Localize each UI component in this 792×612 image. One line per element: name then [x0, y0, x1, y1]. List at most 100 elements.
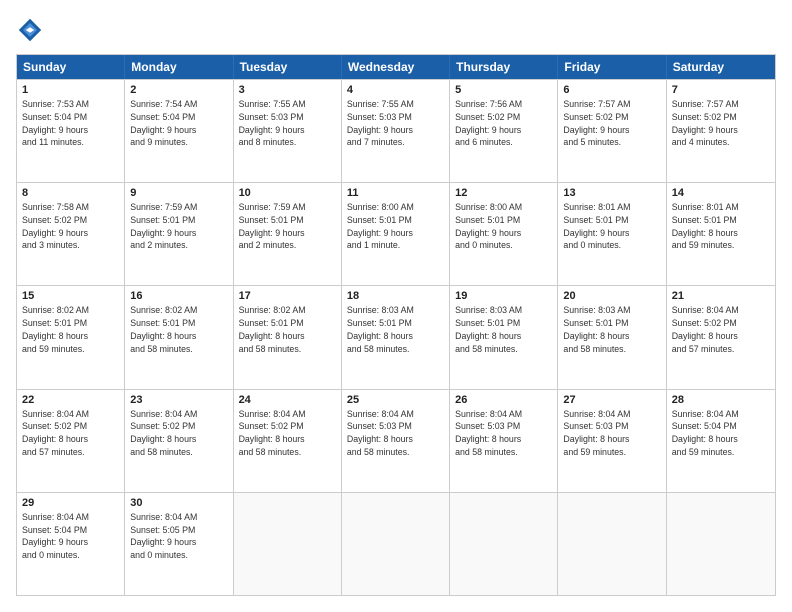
day-info: Sunrise: 8:04 AM Sunset: 5:03 PM Dayligh…	[347, 408, 444, 459]
calendar-cell: 3 Sunrise: 7:55 AM Sunset: 5:03 PM Daylig…	[234, 80, 342, 182]
calendar-cell: 22Sunrise: 8:04 AM Sunset: 5:02 PM Dayli…	[17, 390, 125, 492]
day-number: 19	[455, 290, 552, 302]
calendar-cell: 17 Sunrise: 8:02 AM Sunset: 5:01 PM Dayli…	[234, 286, 342, 388]
day-number: 27	[563, 394, 660, 406]
day-number: 23	[130, 394, 227, 406]
day-info: Sunrise: 7:58 AM Sunset: 5:02 PM Dayligh…	[22, 201, 119, 252]
day-info: Sunrise: 8:01 AM Sunset: 5:01 PM Dayligh…	[563, 201, 660, 252]
day-info: Sunrise: 7:53 AM Sunset: 5:04 PM Dayligh…	[22, 98, 119, 149]
calendar-cell: 27 Sunrise: 8:04 AM Sunset: 5:03 PM Dayli…	[558, 390, 666, 492]
calendar-cell: 11Sunrise: 8:00 AM Sunset: 5:01 PM Dayli…	[342, 183, 450, 285]
calendar-row: 15 Sunrise: 8:02 AM Sunset: 5:01 PM Dayli…	[17, 285, 775, 388]
day-number: 15	[22, 290, 119, 302]
day-number: 14	[672, 187, 770, 199]
day-info: Sunrise: 7:55 AM Sunset: 5:03 PM Dayligh…	[347, 98, 444, 149]
calendar-cell: 13Sunrise: 8:01 AM Sunset: 5:01 PM Dayli…	[558, 183, 666, 285]
calendar-row: 8 Sunrise: 7:58 AM Sunset: 5:02 PM Daylig…	[17, 182, 775, 285]
calendar-cell: 9Sunrise: 7:59 AM Sunset: 5:01 PM Daylig…	[125, 183, 233, 285]
day-number: 3	[239, 84, 336, 96]
calendar-cell	[558, 493, 666, 595]
calendar-cell: 4 Sunrise: 7:55 AM Sunset: 5:03 PM Daylig…	[342, 80, 450, 182]
day-number: 18	[347, 290, 444, 302]
day-number: 20	[563, 290, 660, 302]
day-info: Sunrise: 8:04 AM Sunset: 5:02 PM Dayligh…	[672, 304, 770, 355]
day-number: 24	[239, 394, 336, 406]
day-number: 8	[22, 187, 119, 199]
calendar-cell: 20 Sunrise: 8:03 AM Sunset: 5:01 PM Dayli…	[558, 286, 666, 388]
header-day: Saturday	[667, 55, 775, 79]
calendar-body: 1 Sunrise: 7:53 AM Sunset: 5:04 PM Daylig…	[17, 79, 775, 595]
day-info: Sunrise: 8:00 AM Sunset: 5:01 PM Dayligh…	[455, 201, 552, 252]
calendar-cell: 16Sunrise: 8:02 AM Sunset: 5:01 PM Dayli…	[125, 286, 233, 388]
day-info: Sunrise: 8:04 AM Sunset: 5:04 PM Dayligh…	[22, 511, 119, 562]
header-day: Friday	[558, 55, 666, 79]
day-info: Sunrise: 7:59 AM Sunset: 5:01 PM Dayligh…	[239, 201, 336, 252]
header-day: Sunday	[17, 55, 125, 79]
day-info: Sunrise: 8:04 AM Sunset: 5:05 PM Dayligh…	[130, 511, 227, 562]
calendar-cell: 12 Sunrise: 8:00 AM Sunset: 5:01 PM Dayli…	[450, 183, 558, 285]
day-number: 11	[347, 187, 444, 199]
logo-icon	[16, 16, 44, 44]
day-info: Sunrise: 8:02 AM Sunset: 5:01 PM Dayligh…	[130, 304, 227, 355]
day-info: Sunrise: 8:02 AM Sunset: 5:01 PM Dayligh…	[239, 304, 336, 355]
day-info: Sunrise: 8:03 AM Sunset: 5:01 PM Dayligh…	[455, 304, 552, 355]
calendar-cell: 2 Sunrise: 7:54 AM Sunset: 5:04 PM Daylig…	[125, 80, 233, 182]
calendar-cell: 6 Sunrise: 7:57 AM Sunset: 5:02 PM Daylig…	[558, 80, 666, 182]
calendar-cell: 21 Sunrise: 8:04 AM Sunset: 5:02 PM Dayli…	[667, 286, 775, 388]
calendar-cell	[450, 493, 558, 595]
calendar-cell: 26Sunrise: 8:04 AM Sunset: 5:03 PM Dayli…	[450, 390, 558, 492]
day-info: Sunrise: 8:04 AM Sunset: 5:02 PM Dayligh…	[239, 408, 336, 459]
calendar-row: 1 Sunrise: 7:53 AM Sunset: 5:04 PM Daylig…	[17, 79, 775, 182]
day-info: Sunrise: 7:57 AM Sunset: 5:02 PM Dayligh…	[563, 98, 660, 149]
day-number: 17	[239, 290, 336, 302]
calendar-cell	[667, 493, 775, 595]
day-number: 10	[239, 187, 336, 199]
day-number: 1	[22, 84, 119, 96]
calendar-cell: 8 Sunrise: 7:58 AM Sunset: 5:02 PM Daylig…	[17, 183, 125, 285]
day-info: Sunrise: 7:57 AM Sunset: 5:02 PM Dayligh…	[672, 98, 770, 149]
day-info: Sunrise: 7:59 AM Sunset: 5:01 PM Dayligh…	[130, 201, 227, 252]
calendar-cell: 15 Sunrise: 8:02 AM Sunset: 5:01 PM Dayli…	[17, 286, 125, 388]
logo	[16, 16, 46, 44]
calendar-cell: 25Sunrise: 8:04 AM Sunset: 5:03 PM Dayli…	[342, 390, 450, 492]
calendar-cell: 18 Sunrise: 8:03 AM Sunset: 5:01 PM Dayli…	[342, 286, 450, 388]
calendar-cell: 5 Sunrise: 7:56 AM Sunset: 5:02 PM Daylig…	[450, 80, 558, 182]
calendar-cell	[342, 493, 450, 595]
calendar-cell	[234, 493, 342, 595]
page: SundayMondayTuesdayWednesdayThursdayFrid…	[0, 0, 792, 612]
day-number: 29	[22, 497, 119, 509]
calendar-cell: 29 Sunrise: 8:04 AM Sunset: 5:04 PM Dayli…	[17, 493, 125, 595]
calendar-cell: 28Sunrise: 8:04 AM Sunset: 5:04 PM Dayli…	[667, 390, 775, 492]
calendar-row: 22 Sunrise: 8:04 AM Sunset: 5:02 PM Dayli…	[17, 389, 775, 492]
day-number: 21	[672, 290, 770, 302]
day-number: 2	[130, 84, 227, 96]
day-number: 6	[563, 84, 660, 96]
day-number: 12	[455, 187, 552, 199]
day-number: 22	[22, 394, 119, 406]
header-day: Monday	[125, 55, 233, 79]
day-info: Sunrise: 8:03 AM Sunset: 5:01 PM Dayligh…	[347, 304, 444, 355]
day-number: 4	[347, 84, 444, 96]
calendar-cell: 14 Sunrise: 8:01 AM Sunset: 5:01 PM Dayli…	[667, 183, 775, 285]
calendar: SundayMondayTuesdayWednesdayThursdayFrid…	[16, 54, 776, 596]
calendar-cell: 10 Sunrise: 7:59 AM Sunset: 5:01 PM Dayli…	[234, 183, 342, 285]
day-number: 7	[672, 84, 770, 96]
calendar-cell: 30Sunrise: 8:04 AM Sunset: 5:05 PM Dayli…	[125, 493, 233, 595]
calendar-row: 29 Sunrise: 8:04 AM Sunset: 5:04 PM Dayli…	[17, 492, 775, 595]
day-info: Sunrise: 8:04 AM Sunset: 5:03 PM Dayligh…	[563, 408, 660, 459]
day-info: Sunrise: 7:54 AM Sunset: 5:04 PM Dayligh…	[130, 98, 227, 149]
header-day: Tuesday	[234, 55, 342, 79]
day-info: Sunrise: 8:03 AM Sunset: 5:01 PM Dayligh…	[563, 304, 660, 355]
calendar-cell: 24 Sunrise: 8:04 AM Sunset: 5:02 PM Dayli…	[234, 390, 342, 492]
header	[16, 16, 776, 44]
day-number: 5	[455, 84, 552, 96]
header-day: Thursday	[450, 55, 558, 79]
calendar-cell: 19 Sunrise: 8:03 AM Sunset: 5:01 PM Dayli…	[450, 286, 558, 388]
calendar-cell: 7 Sunrise: 7:57 AM Sunset: 5:02 PM Daylig…	[667, 80, 775, 182]
day-info: Sunrise: 7:55 AM Sunset: 5:03 PM Dayligh…	[239, 98, 336, 149]
day-info: Sunrise: 8:04 AM Sunset: 5:02 PM Dayligh…	[130, 408, 227, 459]
day-info: Sunrise: 8:02 AM Sunset: 5:01 PM Dayligh…	[22, 304, 119, 355]
day-info: Sunrise: 7:56 AM Sunset: 5:02 PM Dayligh…	[455, 98, 552, 149]
day-number: 28	[672, 394, 770, 406]
day-info: Sunrise: 8:01 AM Sunset: 5:01 PM Dayligh…	[672, 201, 770, 252]
